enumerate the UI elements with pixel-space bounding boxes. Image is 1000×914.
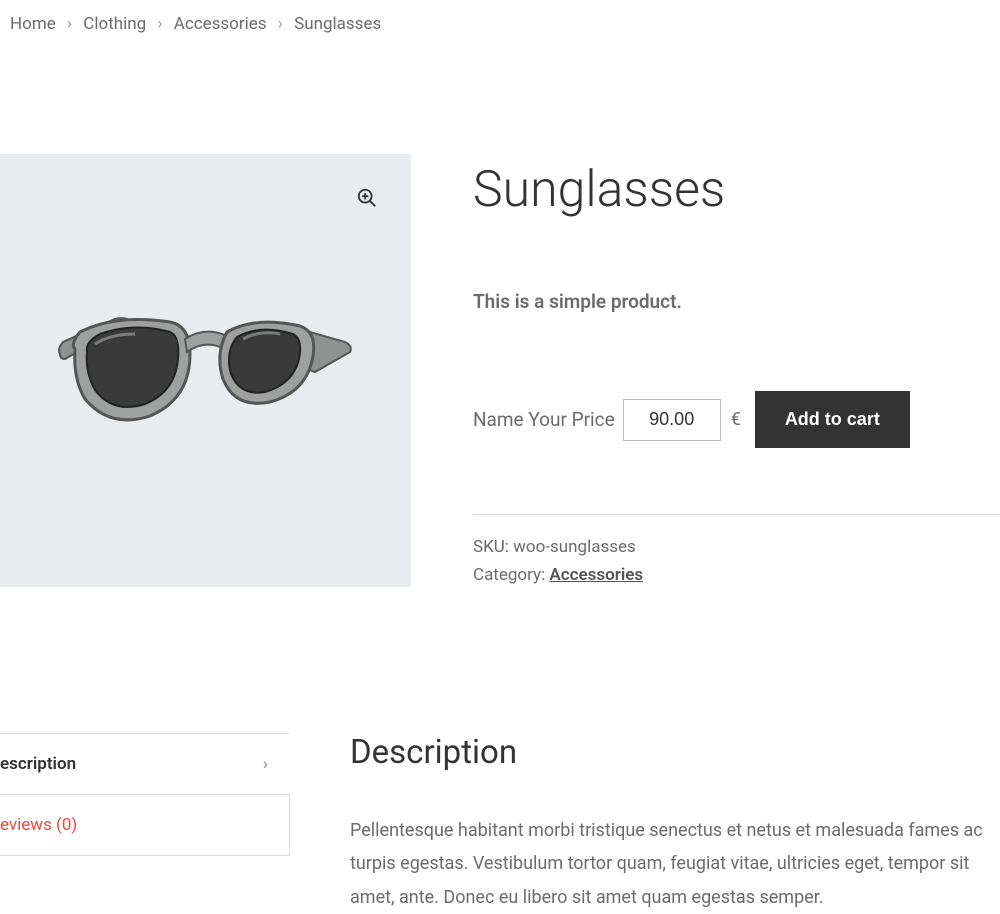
breadcrumb-accessories[interactable]: Accessories bbox=[174, 14, 267, 34]
breadcrumb-clothing[interactable]: Clothing bbox=[83, 14, 146, 34]
category-meta: Category: Accessories bbox=[473, 565, 1000, 585]
tab-reviews[interactable]: eviews (0) bbox=[0, 795, 290, 856]
meta-divider bbox=[473, 514, 1000, 515]
breadcrumb-home[interactable]: Home bbox=[10, 14, 56, 34]
price-input[interactable] bbox=[623, 399, 721, 441]
tab-description-label: escription bbox=[0, 754, 76, 774]
description-heading: Description bbox=[350, 733, 1000, 772]
zoom-icon[interactable] bbox=[353, 184, 381, 212]
description-body: Pellentesque habitant morbi tristique se… bbox=[350, 814, 1000, 914]
breadcrumb-sep-icon: › bbox=[157, 14, 162, 34]
sku-label: SKU: bbox=[473, 537, 509, 557]
sku-value: woo-sunglasses bbox=[513, 537, 636, 557]
breadcrumb-current: Sunglasses bbox=[294, 14, 381, 34]
category-link[interactable]: Accessories bbox=[549, 565, 643, 585]
chevron-right-icon: › bbox=[263, 754, 268, 774]
sku-meta: SKU: woo-sunglasses bbox=[473, 537, 1000, 557]
price-label: Name Your Price bbox=[473, 408, 615, 431]
category-label: Category: bbox=[473, 565, 545, 585]
breadcrumb: Home › Clothing › Accessories › Sunglass… bbox=[0, 0, 1000, 44]
add-to-cart-button[interactable]: Add to cart bbox=[755, 391, 910, 448]
tab-reviews-label: eviews (0) bbox=[0, 815, 77, 835]
sunglasses-illustration-icon bbox=[55, 304, 355, 444]
tabs-list: escription › eviews (0) bbox=[0, 733, 290, 856]
currency-symbol: € bbox=[731, 409, 741, 430]
product-title: Sunglasses bbox=[473, 160, 1000, 220]
product-short-description: This is a simple product. bbox=[473, 290, 1000, 313]
breadcrumb-sep-icon: › bbox=[67, 14, 72, 34]
product-image[interactable] bbox=[0, 154, 411, 587]
breadcrumb-sep-icon: › bbox=[278, 14, 283, 34]
tab-description[interactable]: escription › bbox=[0, 733, 290, 795]
price-row: Name Your Price € Add to cart bbox=[473, 391, 1000, 448]
